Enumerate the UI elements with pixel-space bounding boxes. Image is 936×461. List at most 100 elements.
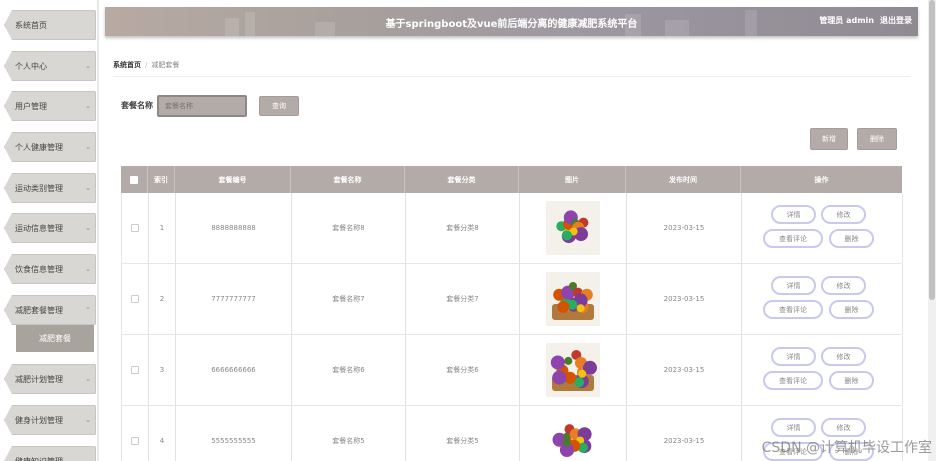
cell-actions: 详情 修改查看评论 删除: [742, 193, 903, 263]
sidebar-item[interactable]: 个人健康管理 ⌄: [4, 132, 96, 162]
add-button[interactable]: 新增: [810, 128, 848, 150]
row-select-cell: [122, 335, 149, 405]
user-area: 管理员 admin 退出登录: [813, 15, 912, 26]
table-row: 1 8888888888 套餐名称8 套餐分类8 2023-03-15 详情 修改 查看评论删…: [121, 193, 903, 264]
chevron-down-icon: ⌄: [85, 265, 91, 273]
delete-button[interactable]: 删除: [829, 371, 874, 390]
chevron-down-icon: ⌄: [85, 457, 91, 461]
cell-category: 套餐分类5: [406, 406, 520, 461]
sidebar-item[interactable]: 健康知识管理 ⌄: [4, 446, 96, 461]
scrollbar[interactable]: [928, 0, 936, 461]
search-button[interactable]: 查询: [259, 96, 299, 116]
package-image: [546, 414, 600, 461]
sidebar-item-label: 个人中心: [15, 61, 47, 71]
sidebar-item[interactable]: 运动信息管理 ⌄: [4, 213, 96, 243]
divider: [113, 76, 910, 77]
edit-button[interactable]: 修改: [821, 418, 866, 437]
top-header: 基于springboot及vue前后端分离的健康减肥系统平台 管理员 admin…: [105, 7, 918, 36]
detail-button[interactable]: 详情: [771, 205, 816, 224]
sidebar: 系统首页 个人中心 ⌄ 用户管理 ⌄ 个人健康管理 ⌄ 运动类别管理 ⌄ 运动信息管理 ⌄ 饮食信息管…: [0, 0, 99, 461]
chevron-down-icon: ⌄: [85, 143, 91, 151]
delete-button[interactable]: 删除: [829, 229, 874, 248]
sidebar-item[interactable]: 饮食信息管理 ⌄: [4, 254, 96, 284]
header-category: 套餐分类: [405, 166, 519, 193]
table-row: 3 6666666666 套餐名称6 套餐分类6 2023-03-15 详情 修改 查看评论删…: [121, 335, 903, 406]
sidebar-item-label: 用户管理: [15, 101, 47, 111]
detail-button[interactable]: 详情: [771, 418, 816, 437]
sidebar-subitem-active[interactable]: 减肥套餐: [16, 325, 94, 352]
page-title: 基于springboot及vue前后端分离的健康减肥系统平台: [385, 19, 638, 30]
delete-button[interactable]: 删除: [829, 300, 874, 319]
batch-delete-button[interactable]: 删除: [857, 128, 897, 150]
edit-button[interactable]: 修改: [821, 347, 866, 366]
breadcrumb-separator: /: [145, 61, 148, 69]
chevron-up-icon: ⌃: [85, 306, 91, 314]
row-select-cell: [122, 264, 149, 334]
package-image: [546, 201, 600, 255]
cell-code: 6666666666: [176, 335, 292, 405]
cell-name: 套餐名称8: [292, 193, 406, 263]
cell-image: [520, 193, 627, 263]
cell-image: [520, 335, 627, 405]
sidebar-item-label: 减肥计划管理: [15, 374, 63, 384]
row-checkbox[interactable]: [131, 224, 139, 232]
breadcrumb-current: 减肥套餐: [151, 61, 180, 69]
breadcrumb-home[interactable]: 系统首页: [113, 61, 141, 69]
sidebar-item-label: 系统首页: [15, 20, 47, 30]
cell-image: [520, 406, 627, 461]
cell-category: 套餐分类8: [406, 193, 520, 263]
package-image: [546, 272, 600, 326]
search-input[interactable]: [157, 95, 247, 117]
view-comments-button[interactable]: 查看评论: [763, 300, 823, 319]
chevron-down-icon: ⌄: [85, 375, 91, 383]
sidebar-item[interactable]: 减肥计划管理 ⌄: [4, 364, 96, 394]
cell-index: 3: [149, 335, 176, 405]
logout-link[interactable]: 退出登录: [880, 16, 912, 25]
cell-name: 套餐名称7: [292, 264, 406, 334]
row-select-cell: [122, 193, 149, 263]
chevron-down-icon: ⌄: [85, 224, 91, 232]
header-actions: 操作: [814, 175, 829, 184]
cell-name: 套餐名称5: [292, 406, 406, 461]
row-checkbox[interactable]: [131, 437, 139, 445]
cell-image: [520, 264, 627, 334]
cell-actions: 详情 修改查看评论 删除: [742, 264, 903, 334]
cell-time: 2023-03-15: [627, 335, 742, 405]
sidebar-item-label: 饮食信息管理: [15, 264, 63, 274]
sidebar-item-label: 运动类别管理: [15, 183, 63, 193]
cell-code: 8888888888: [176, 193, 292, 263]
search-label: 套餐名称: [121, 101, 153, 110]
chevron-down-icon: ⌄: [85, 102, 91, 110]
chevron-down-icon: ⌄: [85, 416, 91, 424]
sidebar-item-label: 减肥套餐管理: [15, 305, 63, 315]
row-checkbox[interactable]: [131, 295, 139, 303]
watermark: CSDN @计算机毕设工作室: [761, 440, 932, 456]
header-image: 图片: [519, 166, 626, 193]
cell-category: 套餐分类6: [406, 335, 520, 405]
detail-button[interactable]: 详情: [771, 347, 816, 366]
sidebar-item[interactable]: 用户管理 ⌄: [4, 91, 96, 121]
sidebar-item[interactable]: 系统首页: [4, 10, 96, 40]
detail-button[interactable]: 详情: [771, 276, 816, 295]
row-checkbox[interactable]: [131, 366, 139, 374]
edit-button[interactable]: 修改: [821, 205, 866, 224]
package-image: [546, 343, 600, 397]
sidebar-item[interactable]: 运动类别管理 ⌄: [4, 173, 96, 203]
sidebar-item[interactable]: 个人中心 ⌄: [4, 51, 96, 81]
table-header: 索引 套餐编号 套餐名称 套餐分类 图片 发布时间 操作: [121, 166, 902, 193]
header-name: 套餐名称: [291, 166, 405, 193]
header-time: 发布时间: [626, 166, 741, 193]
breadcrumb: 系统首页 / 减肥套餐: [113, 60, 179, 70]
chevron-down-icon: ⌄: [85, 184, 91, 192]
select-all-checkbox[interactable]: [130, 175, 138, 184]
chevron-down-icon: ⌄: [85, 62, 91, 70]
view-comments-button[interactable]: 查看评论: [763, 371, 823, 390]
cell-index: 1: [149, 193, 176, 263]
edit-button[interactable]: 修改: [821, 276, 866, 295]
cell-code: 5555555555: [176, 406, 292, 461]
view-comments-button[interactable]: 查看评论: [763, 229, 823, 248]
header-index: 索引: [148, 166, 175, 193]
sidebar-item[interactable]: 健身计划管理 ⌄: [4, 405, 96, 435]
scrollbar-thumb[interactable]: [929, 0, 935, 300]
sidebar-item[interactable]: 减肥套餐管理 ⌃: [4, 295, 96, 325]
